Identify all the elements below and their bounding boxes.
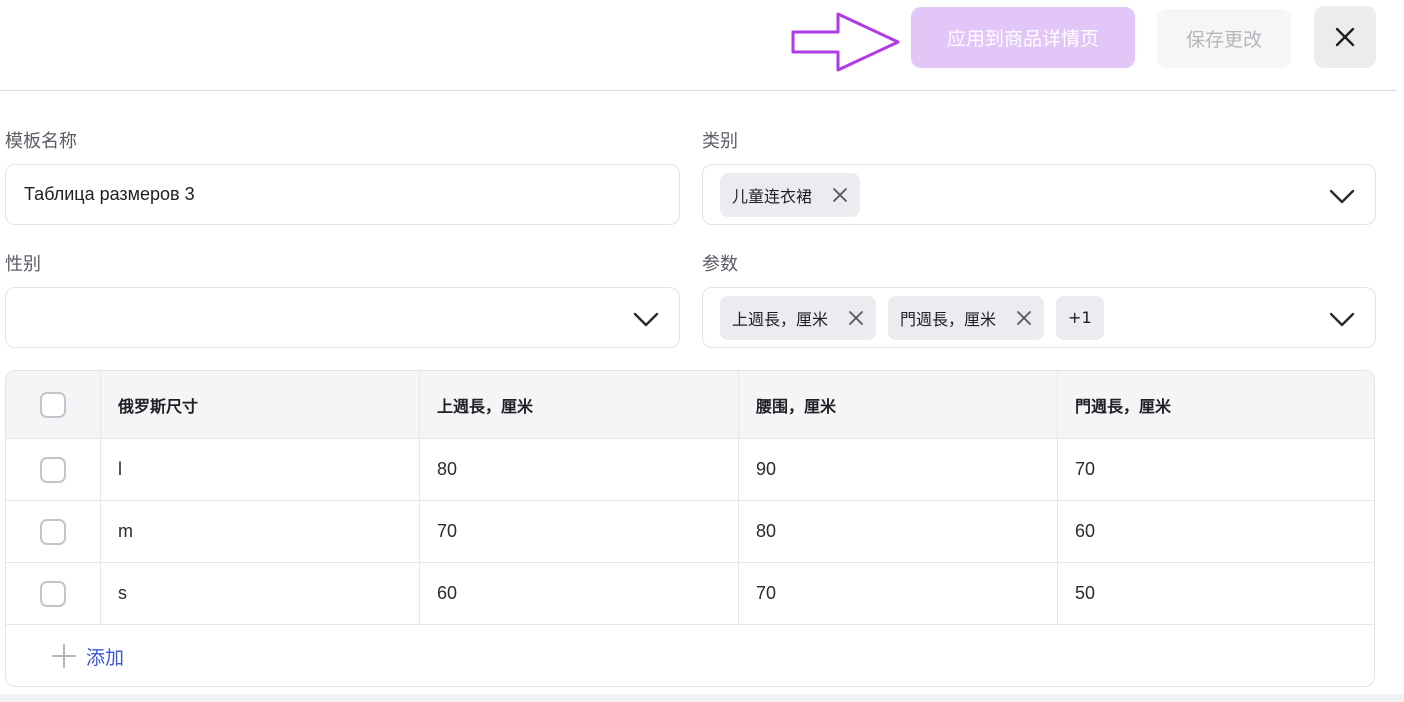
table-cell[interactable]: 70 xyxy=(420,501,739,562)
table-header-row: 俄罗斯尺寸 上週長，厘米 腰围，厘米 門週長，厘米 xyxy=(6,371,1374,439)
select-all-checkbox[interactable] xyxy=(40,391,66,418)
table-cell[interactable]: 60 xyxy=(420,563,739,624)
category-chip-group: 儿童连衣裙 xyxy=(703,172,872,217)
chevron-down-icon[interactable] xyxy=(633,306,659,332)
category-label: 类别 xyxy=(702,131,738,152)
params-select[interactable]: 上週長，厘米 門週長，厘米 +1 xyxy=(702,287,1376,348)
template-name-label: 模板名称 xyxy=(5,131,77,152)
row-checkbox-cell xyxy=(6,501,101,562)
param-chip: 上週長，厘米 xyxy=(720,295,877,340)
table-cell[interactable]: 70 xyxy=(1058,439,1374,500)
remove-chip-icon[interactable] xyxy=(848,310,864,326)
params-chip-group: 上週長，厘米 門週長，厘米 +1 xyxy=(703,295,1116,340)
table-cell[interactable]: 60 xyxy=(1058,501,1374,562)
header-bar: 应用到商品详情页 保存更改 xyxy=(0,0,1396,91)
close-button[interactable] xyxy=(1314,6,1376,68)
template-name-value: Таблица размеров 3 xyxy=(24,184,195,204)
row-checkbox-cell xyxy=(6,563,101,624)
add-row-area: 添加 xyxy=(6,625,1374,686)
table-row: m 70 80 60 xyxy=(6,501,1374,563)
param-chip-label: 上週長，厘米 xyxy=(732,309,829,329)
category-chip-label: 儿童连衣裙 xyxy=(732,186,813,206)
close-icon xyxy=(1335,27,1355,47)
header-checkbox-cell xyxy=(6,371,101,438)
table-cell[interactable]: 90 xyxy=(739,439,1058,500)
plus-icon xyxy=(52,644,76,668)
column-header: 門週長，厘米 xyxy=(1075,396,1172,416)
params-label: 参数 xyxy=(702,254,738,275)
arrow-right-outline-icon xyxy=(791,12,900,72)
column-header: 腰围，厘米 xyxy=(739,371,1058,438)
table-row: l 80 90 70 xyxy=(6,439,1374,501)
category-select[interactable]: 儿童连衣裙 xyxy=(702,164,1376,225)
more-chips-badge[interactable]: +1 xyxy=(1056,295,1104,340)
table-cell[interactable]: s xyxy=(101,563,420,624)
row-checkbox[interactable] xyxy=(40,518,66,545)
remove-chip-icon[interactable] xyxy=(1016,310,1032,326)
save-changes-button[interactable]: 保存更改 xyxy=(1157,9,1291,68)
param-chip: 門週長，厘米 xyxy=(888,295,1045,340)
gender-label: 性别 xyxy=(5,254,41,275)
table-cell[interactable]: m xyxy=(101,501,420,562)
table-cell[interactable]: 50 xyxy=(1058,563,1374,624)
table-cell[interactable]: 70 xyxy=(739,563,1058,624)
bottom-divider xyxy=(0,694,1404,702)
table-row: s 60 70 50 xyxy=(6,563,1374,625)
apply-to-product-page-button[interactable]: 应用到商品详情页 xyxy=(911,7,1135,68)
add-row-label: 添加 xyxy=(86,646,125,669)
gender-select[interactable] xyxy=(5,287,680,348)
remove-chip-icon[interactable] xyxy=(832,187,848,203)
table-cell[interactable]: 80 xyxy=(739,501,1058,562)
chevron-down-icon[interactable] xyxy=(1329,306,1355,332)
column-header: 上週長，厘米 xyxy=(420,371,739,438)
table-cell[interactable]: l xyxy=(101,439,420,500)
chevron-down-icon[interactable] xyxy=(1329,183,1355,209)
column-header: 俄罗斯尺寸 xyxy=(101,371,420,438)
template-name-input[interactable]: Таблица размеров 3 xyxy=(5,164,680,225)
category-chip: 儿童连衣裙 xyxy=(720,172,861,217)
add-row-button[interactable]: 添加 xyxy=(52,643,124,670)
row-checkbox-cell xyxy=(6,439,101,500)
row-checkbox[interactable] xyxy=(40,456,66,483)
size-table: 俄罗斯尺寸 上週長，厘米 腰围，厘米 門週長，厘米 l 80 90 70 m 7… xyxy=(5,370,1375,687)
table-cell[interactable]: 80 xyxy=(420,439,739,500)
row-checkbox[interactable] xyxy=(40,580,66,607)
param-chip-label: 門週長，厘米 xyxy=(900,309,997,329)
size-template-editor: 应用到商品详情页 保存更改 模板名称 Таблица размеров 3 类别… xyxy=(0,0,1404,702)
